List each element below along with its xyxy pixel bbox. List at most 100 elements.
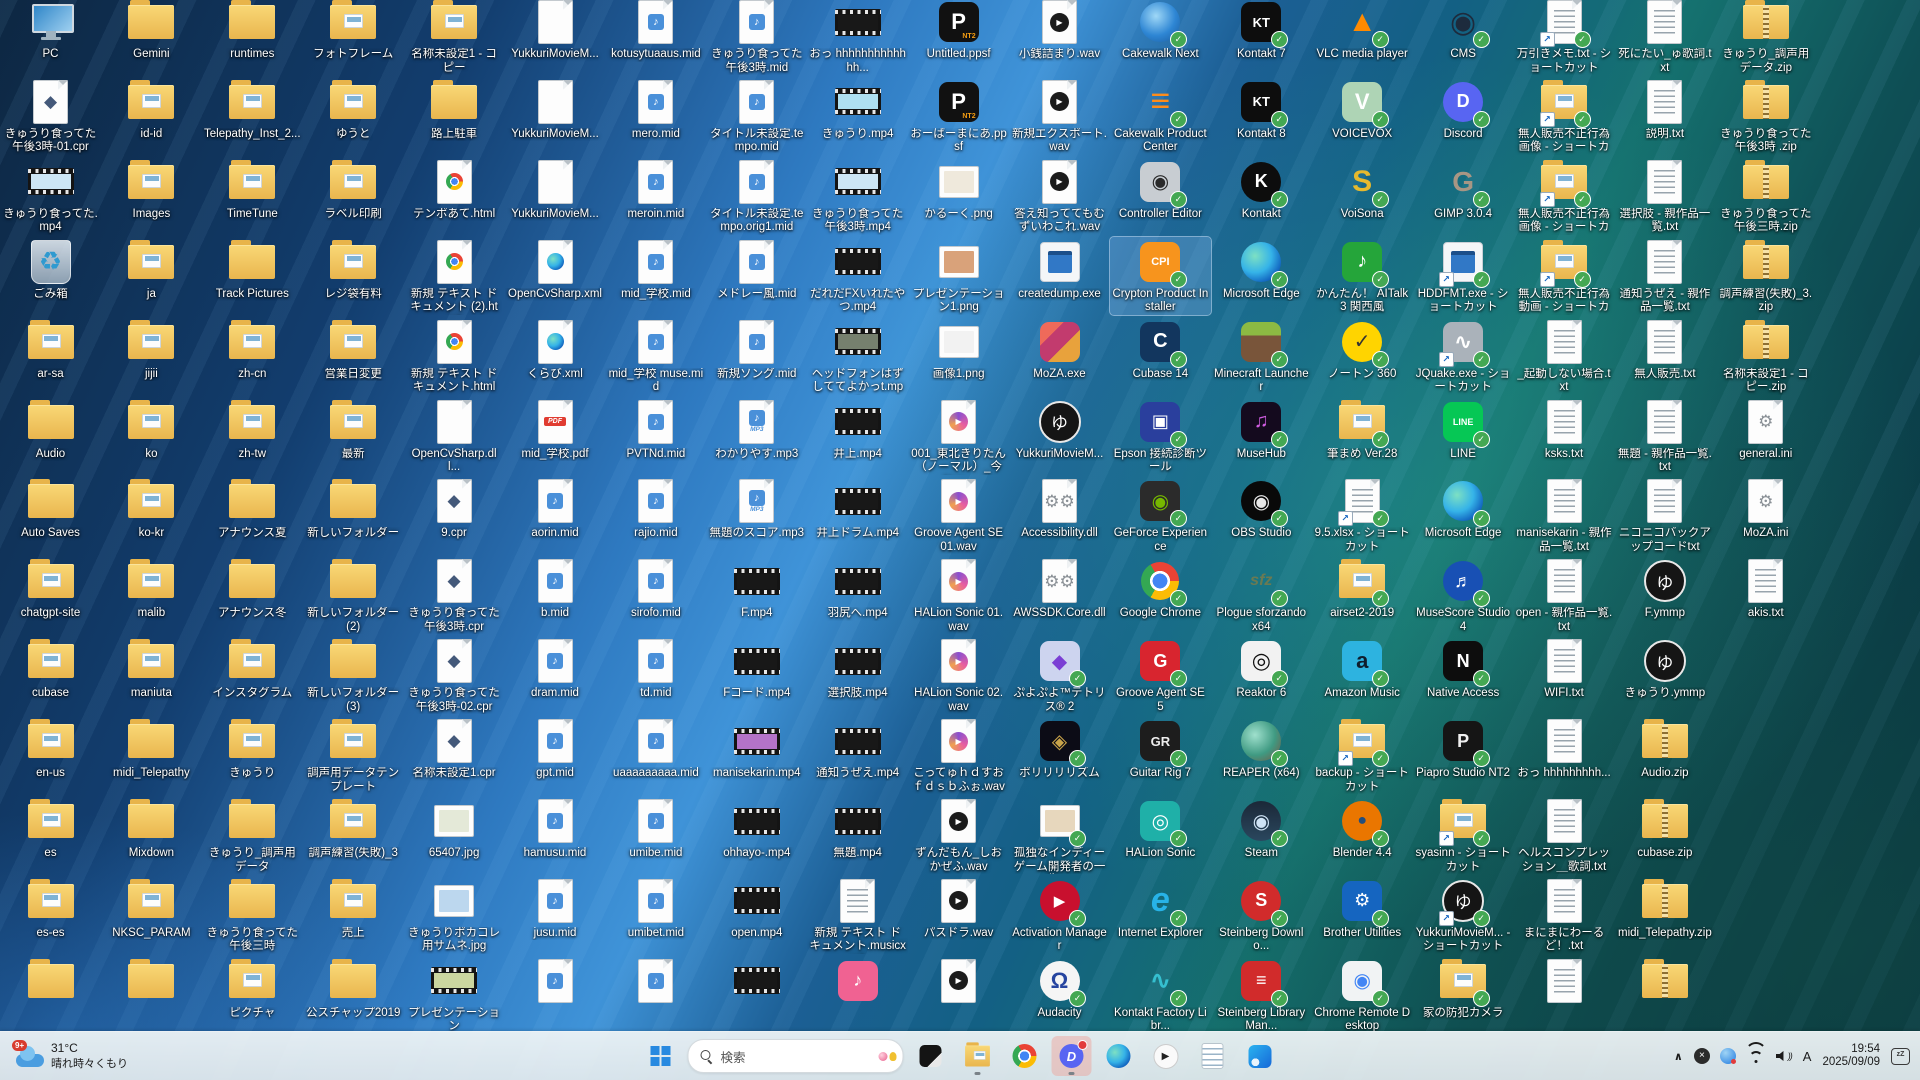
desktop-icon[interactable]: MoZA.exe — [1009, 317, 1110, 382]
desktop-icon[interactable]: 新規 テキスト ドキュメント.musicxml — [807, 876, 908, 954]
file-explorer-taskbar-icon[interactable] — [958, 1036, 998, 1076]
volume-icon[interactable]: )) — [1776, 1051, 1792, 1062]
desktop-icon[interactable]: ♪td.mid — [605, 636, 706, 701]
desktop-icon[interactable]: ♪jusu.mid — [505, 876, 606, 941]
desktop-icon[interactable]: きゅうりポカコレ用サムネ.jpg — [404, 876, 505, 954]
desktop-icon[interactable]: e✓Internet Explorer — [1110, 876, 1211, 941]
desktop-icon[interactable]: ヘルスコンプレッション＿歌詞.txt — [1514, 796, 1615, 874]
desktop-icon[interactable]: ◉✓Chrome Remote Desktop — [1312, 956, 1413, 1032]
desktop-icon[interactable]: ar-sa — [0, 317, 101, 382]
desktop-icon[interactable]: 説明.txt — [1614, 77, 1715, 142]
notification-dnd-icon[interactable]: zZ — [1891, 1048, 1910, 1065]
desktop-icon[interactable]: ♪hamusu.mid — [505, 796, 606, 861]
tray-chevron-icon[interactable]: ∧ — [1674, 1050, 1683, 1063]
desktop-icon[interactable]: ♪aorin.mid — [505, 476, 606, 541]
desktop-icon[interactable]: ♪umibe.mid — [605, 796, 706, 861]
desktop-icon[interactable]: ♬✓MuseScore Studio 4 — [1413, 556, 1514, 634]
desktop-icon[interactable]: PNT2Untitled.ppsf — [908, 0, 1009, 62]
desktop-icon[interactable]: ◆きゅうり食ってた午後3時-02.cpr — [404, 636, 505, 714]
desktop-icon[interactable]: ✓孤独なインディーゲーム開発者の一生 ... — [1009, 796, 1110, 874]
desktop-icon[interactable]: アナウンス夏 — [202, 476, 303, 541]
desktop-icon[interactable]: Track Pictures — [202, 237, 303, 302]
desktop-icon[interactable]: midi_Telepathy — [101, 716, 202, 781]
desktop-icon[interactable]: ♪新規ソング.mid — [706, 317, 807, 382]
desktop-icon[interactable]: midi_Telepathy.zip — [1614, 876, 1715, 941]
desktop-icon[interactable]: ▶新規エクスポート.wav — [1009, 77, 1110, 155]
desktop-icon[interactable]: ko-kr — [101, 476, 202, 541]
desktop-icon[interactable]: ✓Minecraft Launcher — [1211, 317, 1312, 395]
blue-dot-icon[interactable] — [1720, 1048, 1736, 1064]
desktop-icon[interactable]: 選択肢 - 親作品一覧.txt — [1614, 157, 1715, 235]
desktop-icon[interactable]: createdump.exe — [1009, 237, 1110, 302]
desktop-icon[interactable]: ▶ずんだもん_しおかぜふ.wav — [908, 796, 1009, 874]
desktop-icon[interactable]: ♪dram.mid — [505, 636, 606, 701]
desktop-icon[interactable]: ピクチャ — [202, 956, 303, 1021]
desktop-icon[interactable]: LINE✓LINE — [1413, 397, 1514, 462]
desktop-icon[interactable]: ♪✓かんたん！ AITalk 3 関西風 — [1312, 237, 1413, 315]
desktop-icon[interactable]: YukkuriMovieM... — [505, 0, 606, 62]
desktop-icon[interactable]: a✓Amazon Music — [1312, 636, 1413, 701]
desktop-icon[interactable]: まにまにわーるど！.txt — [1514, 876, 1615, 954]
desktop-icon[interactable]: es — [0, 796, 101, 861]
desktop-icon[interactable]: ko — [101, 397, 202, 462]
desktop-icon[interactable]: 名称未設定1 - コピー.zip — [1715, 317, 1816, 395]
desktop-icon[interactable]: ⚙MoZA.ini — [1715, 476, 1816, 541]
desktop-icon[interactable]: ▲✓VLC media player — [1312, 0, 1413, 62]
desktop-icon[interactable]: ✓↗syasinn - ショートカット — [1413, 796, 1514, 874]
desktop-icon[interactable]: manisekarin - 親作品一覧.txt — [1514, 476, 1615, 554]
desktop-icon[interactable]: ✓REAPER (x64) — [1211, 716, 1312, 781]
desktop-icon[interactable]: ♪b.mid — [505, 556, 606, 621]
desktop-icon[interactable]: 井上ドラム.mp4 — [807, 476, 908, 541]
desktop-icon[interactable] — [101, 956, 202, 1007]
desktop-icon[interactable]: ◆きゅうり食ってた午後3時.cpr — [404, 556, 505, 634]
desktop-icon[interactable]: ▶小銭詰まり.wav — [1009, 0, 1110, 62]
desktop-icon[interactable]: 新規 テキスト ドキュメント.html — [404, 317, 505, 395]
desktop-icon[interactable]: きゅうり食ってた午後3時.mp4 — [807, 157, 908, 235]
desktop-icon[interactable]: ksks.txt — [1514, 397, 1615, 462]
desktop-icon[interactable]: プレゼンテーション1.png — [908, 237, 1009, 315]
desktop-icon[interactable]: ≡✓Cakewalk Product Center — [1110, 77, 1211, 155]
desktop-icon[interactable]: ✓家の防犯カメラ — [1413, 956, 1514, 1021]
desktop-icon[interactable]: ♪meroin.mid — [605, 157, 706, 222]
desktop-icon[interactable]: ▶パスドラ.wav — [908, 876, 1009, 941]
weather-widget[interactable]: 9+ 31°C 晴れ時々くもり — [8, 1032, 136, 1080]
desktop-icon[interactable]: C✓Cubase 14 — [1110, 317, 1211, 382]
desktop-icon[interactable]: ●✓Blender 4.4 — [1312, 796, 1413, 861]
desktop-icon[interactable]: ゆうと — [303, 77, 404, 142]
desktop-icon[interactable]: 調声練習(失敗)_3.zip — [1715, 237, 1816, 315]
desktop-icon[interactable]: _起動しない場合.txt — [1514, 317, 1615, 395]
blue-wave-app-taskbar-icon[interactable] — [1240, 1036, 1280, 1076]
desktop-icon[interactable]: manisekarin.mp4 — [706, 716, 807, 781]
desktop-icon[interactable]: ニコニコバックアップコードtxt — [1614, 476, 1715, 554]
desktop-icon[interactable]: 井上.mp4 — [807, 397, 908, 462]
desktop-icon[interactable]: テンポあて.html — [404, 157, 505, 222]
edge-taskbar-icon[interactable] — [1099, 1036, 1139, 1076]
desktop-icon[interactable]: ◆きゅうり食ってた午後3時-01.cpr — [0, 77, 101, 155]
desktop-icon[interactable]: S✓Steinberg Downlo... — [1211, 876, 1312, 954]
desktop-icon[interactable]: 名称未設定1 - コピー — [404, 0, 505, 75]
desktop-icon[interactable]: ♻ごみ箱 — [0, 237, 101, 302]
desktop-icon[interactable]: きゅうり食ってた午後3時 .zip — [1715, 77, 1816, 155]
desktop-icon[interactable] — [0, 956, 101, 1007]
desktop-icon[interactable]: ≡✓Steinberg Library Man... — [1211, 956, 1312, 1032]
desktop-icon[interactable]: ♫✓MuseHub — [1211, 397, 1312, 462]
desktop-icon[interactable]: maniuta — [101, 636, 202, 701]
desktop-icon[interactable]: OpenCvSharp.xml — [505, 237, 606, 302]
desktop-icon[interactable]: 公スチャップ2019 — [303, 956, 404, 1021]
desktop-icon[interactable]: ✓✓ノートン 360 — [1312, 317, 1413, 382]
desktop-icon[interactable]: ラベル印刷 — [303, 157, 404, 222]
desktop-icon[interactable]: jijii — [101, 317, 202, 382]
desktop-icon[interactable]: ♪umibet.mid — [605, 876, 706, 941]
desktop-icon[interactable]: ✓↗万引きメモ.txt - ショートカット — [1514, 0, 1615, 75]
chrome-taskbar-icon[interactable] — [1005, 1036, 1045, 1076]
desktop-icon[interactable]: cubase — [0, 636, 101, 701]
desktop-icon[interactable]: ♪mid_学校 muse.mid — [605, 317, 706, 395]
desktop-icon[interactable]: ▶HALion Sonic 01.wav — [908, 556, 1009, 634]
desktop-icon[interactable]: 無人販売.txt — [1614, 317, 1715, 382]
desktop-icon[interactable]: ✓↗backup - ショートカット — [1312, 716, 1413, 794]
desktop-icon[interactable]: ◈✓ポリリリリズム — [1009, 716, 1110, 781]
desktop-icon[interactable]: akis.txt — [1715, 556, 1816, 621]
desktop-icon[interactable]: ✓↗無人販売不正行為動画 - ショートカット — [1514, 237, 1615, 315]
desktop-icon[interactable]: ♪メドレー風.mid — [706, 237, 807, 302]
desktop-icon[interactable]: きゅうり_調声用データ.zip — [1715, 0, 1816, 75]
